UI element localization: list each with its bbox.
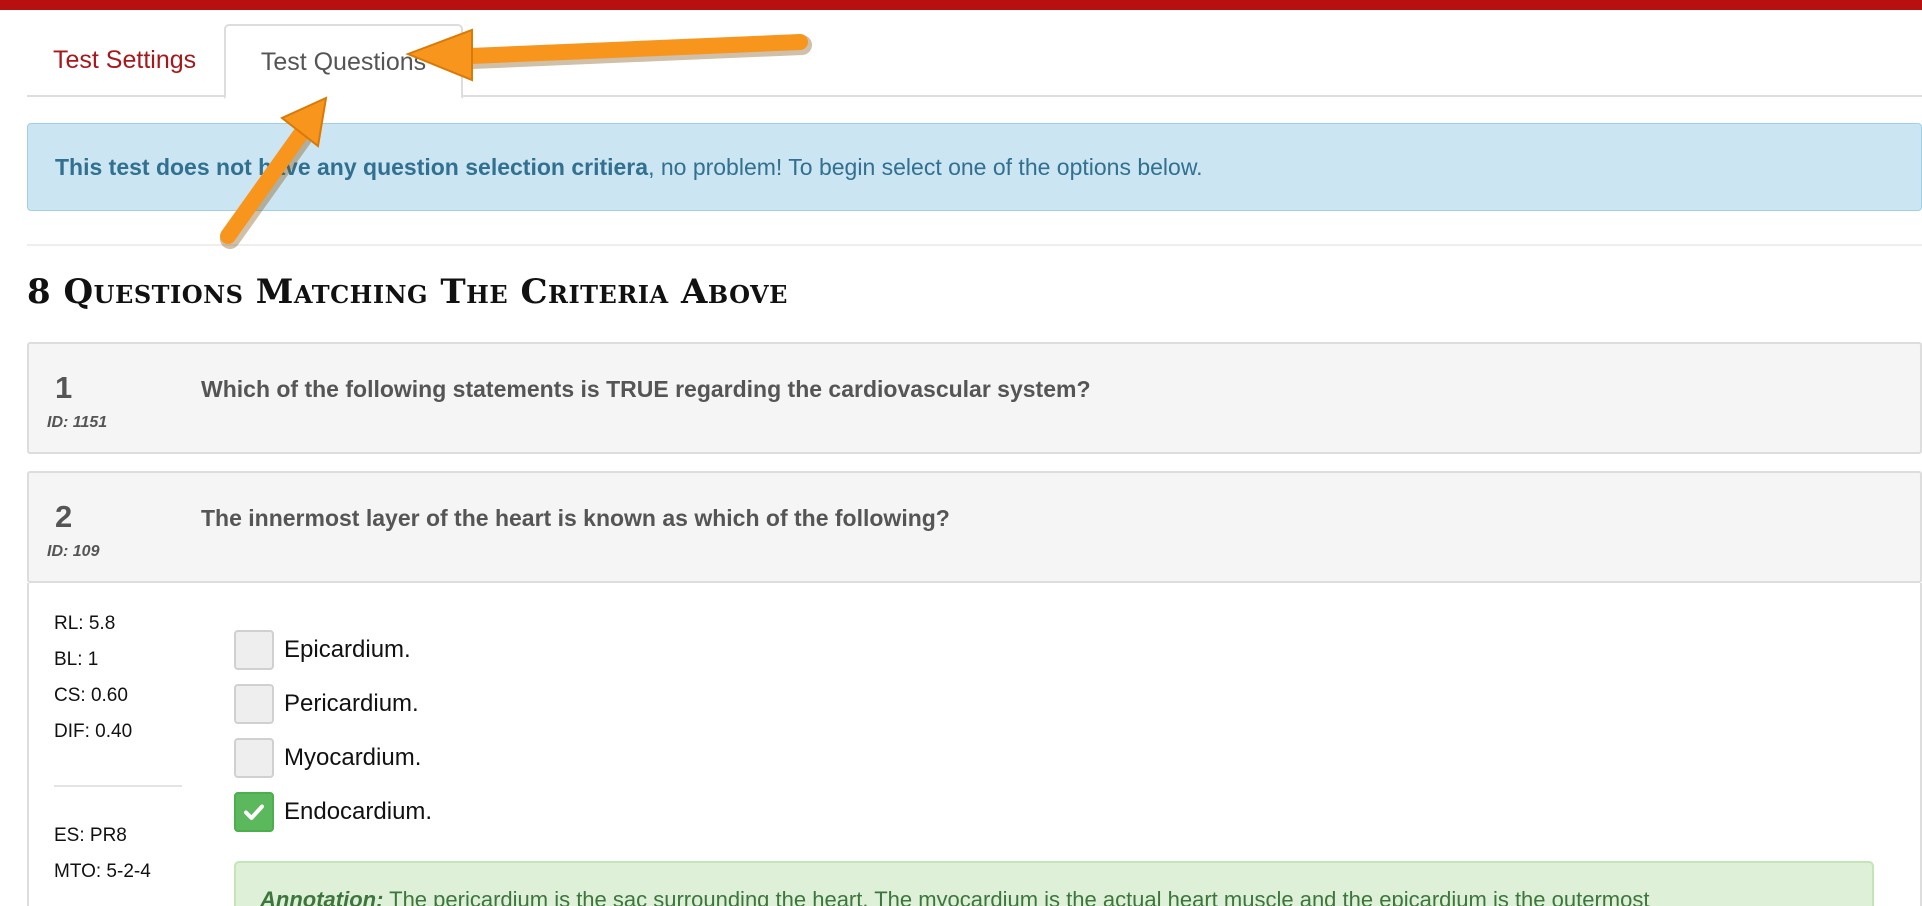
answer-options: Epicardium. Pericardium. Myocardium. End…: [234, 623, 432, 839]
section-title: 8 Questions Matching The Criteria Above: [27, 272, 788, 312]
question-id: ID: 109: [47, 543, 100, 560]
stat-bl: BL: 1: [54, 649, 99, 670]
answer-option[interactable]: Myocardium.: [234, 731, 432, 785]
tab-test-questions[interactable]: Test Questions: [224, 24, 463, 99]
question-meta: ES: PR8 MTO: 5-2-4: [54, 825, 151, 897]
annotation-box: Annotation: The pericardium is the sac s…: [234, 861, 1874, 906]
top-brand-bar: [0, 0, 1922, 10]
question-row-2[interactable]: 2 ID: 109 The innermost layer of the hea…: [27, 471, 1922, 583]
tab-test-settings[interactable]: Test Settings: [27, 24, 222, 97]
question-details: RL: 5.8 BL: 1 CS: 0.60 DIF: 0.40 ES: PR8…: [27, 583, 1922, 906]
info-alert: This test does not have any question sel…: [27, 123, 1922, 211]
answer-checkbox[interactable]: [234, 630, 274, 670]
question-number: 1: [55, 370, 73, 405]
annotation-label: Annotation:: [260, 887, 384, 906]
stat-rl: RL: 5.8: [54, 613, 116, 634]
answer-option[interactable]: Pericardium.: [234, 677, 432, 731]
stat-cs: CS: 0.60: [54, 685, 128, 706]
question-stats: RL: 5.8 BL: 1 CS: 0.60 DIF: 0.40: [54, 613, 132, 757]
question-text: Which of the following statements is TRU…: [201, 376, 1091, 402]
answer-option-correct[interactable]: Endocardium.: [234, 785, 432, 839]
alert-text: , no problem! To begin select one of the…: [648, 154, 1203, 180]
answer-label: Myocardium.: [284, 744, 422, 771]
checkmark-icon: [244, 804, 264, 820]
answer-option[interactable]: Epicardium.: [234, 623, 432, 677]
stat-dif: DIF: 0.40: [54, 721, 133, 742]
stat-es: ES: PR8: [54, 825, 127, 846]
question-number: 2: [55, 499, 73, 534]
divider: [27, 244, 1922, 246]
answer-label: Endocardium.: [284, 798, 433, 825]
alert-bold-text: This test does not have any question sel…: [55, 154, 649, 180]
stat-mto: MTO: 5-2-4: [54, 861, 151, 882]
question-id: ID: 1151: [47, 414, 108, 431]
question-text: The innermost layer of the heart is know…: [201, 505, 950, 531]
answer-label: Pericardium.: [284, 690, 419, 717]
answer-label: Epicardium.: [284, 636, 411, 663]
tab-bar: Test Settings Test Questions: [27, 24, 1922, 99]
stats-divider: [54, 785, 182, 787]
question-row-1[interactable]: 1 ID: 1151 Which of the following statem…: [27, 342, 1922, 454]
answer-checkbox[interactable]: [234, 684, 274, 724]
answer-checkbox[interactable]: [234, 738, 274, 778]
annotation-text: The pericardium is the sac surrounding t…: [389, 887, 1650, 906]
answer-checkbox-checked[interactable]: [234, 792, 274, 832]
